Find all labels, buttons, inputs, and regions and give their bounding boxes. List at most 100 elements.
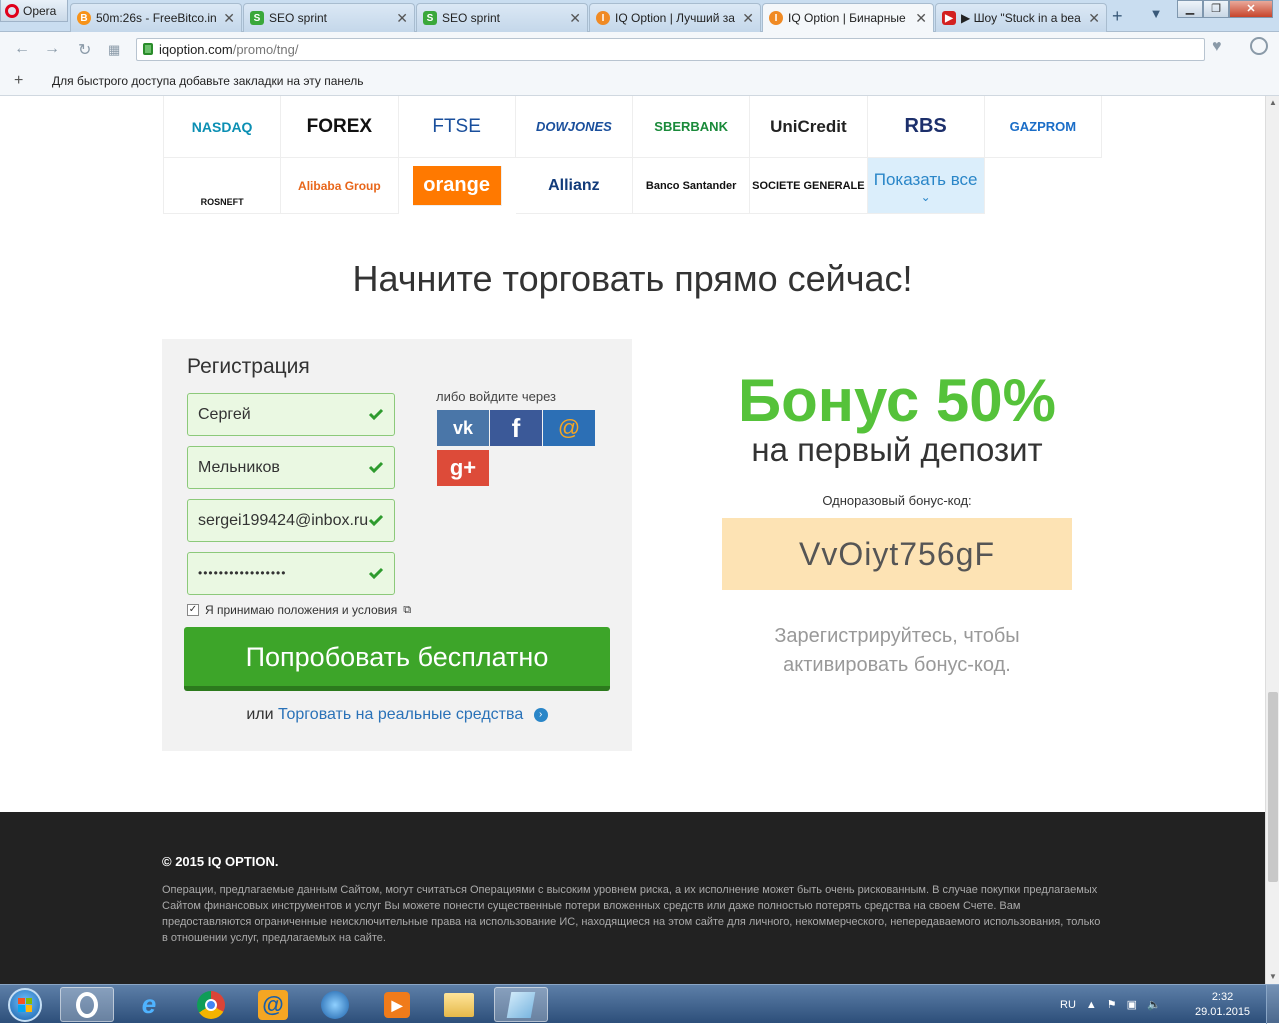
close-icon[interactable]: ✕ [1088, 10, 1100, 27]
taskbar-mail-agent[interactable]: @ [246, 987, 300, 1022]
scrollbar-thumb[interactable] [1268, 692, 1278, 882]
close-icon[interactable]: ✕ [915, 10, 927, 27]
try-free-button[interactable]: Попробовать бесплатно [184, 627, 610, 691]
password-value: ••••••••••••••••• [198, 566, 287, 580]
reload-icon[interactable]: ↻ [78, 40, 91, 60]
logo-santander: Banco Santander [633, 158, 751, 214]
mailru-login-button[interactable]: @ [543, 410, 595, 446]
taskbar-opera[interactable] [60, 987, 114, 1022]
tab-freebitcoin[interactable]: B 50m:26s - FreeBitco.in ✕ [70, 3, 242, 32]
start-button[interactable] [4, 985, 46, 1024]
google-plus-login-button[interactable]: g+ [437, 450, 489, 486]
taskbar-notepad[interactable] [494, 987, 548, 1022]
taskbar-clock[interactable]: 2:32 29.01.2015 [1195, 990, 1250, 1020]
action-center-flag-icon[interactable]: ⚑ [1107, 998, 1117, 1011]
registration-title: Регистрация [187, 355, 310, 378]
vk-login-button[interactable]: vk [437, 410, 489, 446]
real-trading-link[interactable]: Торговать на реальные средства [278, 706, 523, 723]
language-indicator[interactable]: RU [1060, 999, 1076, 1011]
tab-iqoption-1[interactable]: I IQ Option | Лучший за ✕ [589, 3, 761, 32]
logo-unicredit: UniCredit [750, 96, 868, 158]
page-scrollbar[interactable]: ▲ ▼ [1265, 96, 1279, 984]
terms-agreement: ✓ Я принимаю положения и условия ⧉ [187, 603, 411, 617]
taskbar-internet-explorer[interactable]: e [122, 987, 176, 1022]
bonus-code-label: Одноразовый бонус-код: [822, 493, 972, 508]
speed-dial-icon[interactable]: ▦ [108, 42, 120, 58]
opera-logo-icon [5, 3, 19, 18]
scroll-up-icon[interactable]: ▲ [1266, 96, 1279, 110]
logo-gazprom: GAZPROM [984, 96, 1102, 158]
close-icon[interactable]: ✕ [742, 10, 754, 27]
security-shield-icon [321, 990, 349, 1019]
logo-dowjones: DOWJONES [515, 96, 633, 158]
email-field[interactable]: sergei199424@inbox.ru [187, 499, 395, 542]
footer-disclaimer: Операции, предлагаемые данным Сайтом, мо… [162, 884, 1101, 944]
back-icon[interactable]: ← [14, 40, 30, 58]
check-icon [368, 567, 384, 580]
browser-tab-bar: Opera B 50m:26s - FreeBitco.in ✕ S SEO s… [0, 0, 1279, 32]
logo-sberbank: SBERBANK [633, 96, 751, 158]
iqoption-icon: I [596, 11, 610, 25]
check-icon [368, 408, 384, 421]
tab-menu-icon[interactable]: ▼ [1147, 6, 1165, 24]
chevron-right-icon[interactable]: › [533, 707, 548, 722]
folder-icon [444, 992, 474, 1017]
social-login-label: либо войдите через [436, 389, 557, 404]
real-trading-row: или Торговать на реальные средства › [162, 706, 632, 724]
extensions-icon[interactable] [1250, 37, 1268, 55]
terms-checkbox[interactable]: ✓ [187, 604, 199, 616]
windows-taskbar: e @ ▶ RU ▲ ⚑ ▣ 🔈 2:32 29.01.2015 [0, 984, 1279, 1024]
facebook-login-button[interactable]: f [490, 410, 542, 446]
tab-iqoption-2[interactable]: I IQ Option | Бинарные ✕ [762, 3, 934, 32]
show-desktop-button[interactable] [1266, 985, 1279, 1024]
external-link-icon[interactable]: ⧉ [403, 604, 411, 617]
tab-youtube[interactable]: ▶ ▶ Шоу "Stuck in a bea ✕ [935, 3, 1107, 32]
volume-icon[interactable]: 🔈 [1147, 998, 1161, 1011]
tab-seo-sprint-1[interactable]: S SEO sprint ✕ [243, 3, 415, 32]
terms-label[interactable]: Я принимаю положения и условия [205, 603, 397, 617]
lock-icon [143, 43, 153, 55]
logo-societe-generale: SOCIETE GENERALE [750, 158, 868, 214]
internet-explorer-icon: e [141, 989, 157, 1019]
chrome-icon [197, 990, 225, 1019]
first-name-field[interactable]: Сергей [187, 393, 395, 436]
logo-orange: orange [412, 166, 502, 206]
show-all-button[interactable]: Показать все ⌄ [867, 158, 985, 214]
add-bookmark-icon[interactable]: + [14, 72, 23, 90]
logo-ftse: FTSE [398, 96, 516, 158]
address-bar-row: ← → ↻ ▦ iqoption.com/promo/tng/ ♥ [0, 32, 1279, 66]
last-name-field[interactable]: Мельников [187, 446, 395, 489]
bookmarks-hint: Для быстрого доступа добавьте закладки н… [52, 74, 364, 88]
window-close-icon[interactable]: ✕ [1229, 0, 1273, 18]
tab-seo-sprint-2[interactable]: S SEO sprint ✕ [416, 3, 588, 32]
network-icon[interactable]: ▣ [1127, 998, 1137, 1011]
bonus-code-value: VvOiyt756gF [722, 518, 1072, 590]
window-controls: ▁ ❐ ✕ [1177, 0, 1273, 18]
youtube-icon: ▶ [942, 11, 956, 25]
seosprint-icon: S [250, 11, 264, 25]
restore-icon[interactable]: ❐ [1203, 0, 1229, 18]
tray-expand-icon[interactable]: ▲ [1086, 999, 1097, 1011]
logo-alibaba: Alibaba Group [281, 158, 399, 214]
password-field[interactable]: ••••••••••••••••• [187, 552, 395, 595]
close-icon[interactable]: ✕ [396, 10, 408, 27]
taskbar-explorer[interactable] [432, 987, 486, 1022]
new-tab-icon[interactable]: + [1112, 6, 1123, 27]
heart-icon[interactable]: ♥ [1212, 38, 1222, 56]
last-name-value: Мельников [198, 459, 280, 476]
or-label: или [246, 706, 274, 723]
opera-menu-button[interactable]: Opera [0, 0, 68, 22]
taskbar-chrome[interactable] [184, 987, 238, 1022]
close-icon[interactable]: ✕ [223, 10, 235, 27]
taskbar-media-player[interactable]: ▶ [370, 987, 424, 1022]
forward-icon[interactable]: → [44, 40, 60, 58]
url-input[interactable]: iqoption.com/promo/tng/ [136, 38, 1205, 61]
logo-allianz: Allianz [515, 158, 633, 214]
minimize-icon[interactable]: ▁ [1177, 0, 1203, 18]
scroll-down-icon[interactable]: ▼ [1266, 970, 1279, 984]
taskbar-security-app[interactable] [308, 987, 362, 1022]
system-tray: RU ▲ ⚑ ▣ 🔈 [1060, 985, 1161, 1024]
web-page: NASDAQ FOREX FTSE DOWJONES SBERBANK UniC… [0, 96, 1265, 984]
close-icon[interactable]: ✕ [569, 10, 581, 27]
vk-icon: vk [452, 417, 474, 438]
